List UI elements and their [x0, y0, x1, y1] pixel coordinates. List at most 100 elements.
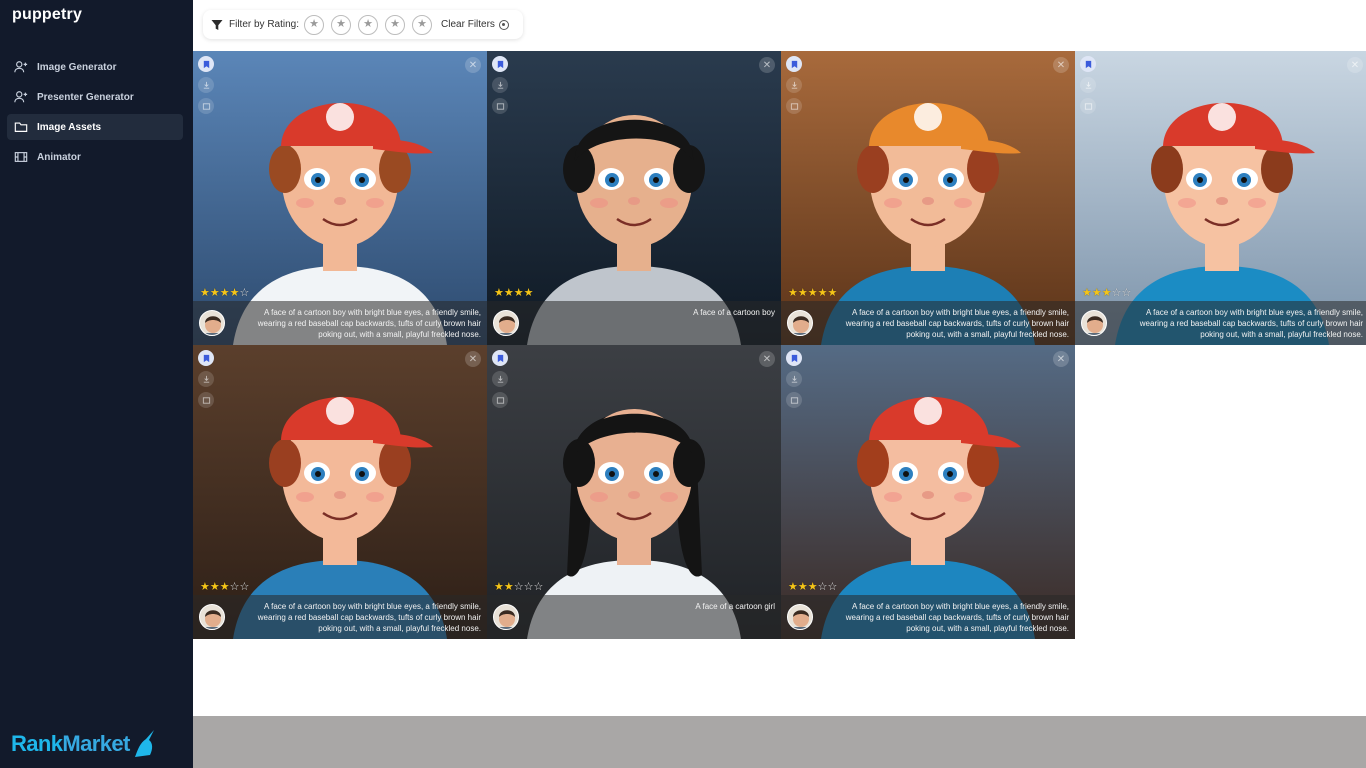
- download-button[interactable]: [1080, 77, 1096, 93]
- close-icon[interactable]: ✕: [1053, 351, 1069, 367]
- bookmark-button[interactable]: [786, 350, 802, 366]
- star-rating[interactable]: ★★☆☆☆: [494, 580, 543, 593]
- close-icon[interactable]: ✕: [465, 57, 481, 73]
- bookmark-icon: [203, 354, 209, 362]
- star-rating[interactable]: ★★★★☆: [200, 286, 249, 299]
- image-asset-card[interactable]: ✕ ★★★☆☆ A face of a cartoon boy with brigh…: [193, 345, 487, 639]
- rating-filter-star-2[interactable]: ★: [331, 14, 352, 35]
- image-asset-card[interactable]: ✕ ★★★☆☆ A face of a cartoon boy with brigh…: [781, 345, 1075, 639]
- rating-filter-star-3[interactable]: ★: [358, 14, 379, 35]
- image-caption: A face of a cartoon boy with bright blue…: [845, 602, 1069, 633]
- bookmark-button[interactable]: [492, 350, 508, 366]
- stars-filled: ★★★: [1082, 287, 1112, 299]
- download-icon: [1085, 81, 1091, 89]
- avatar[interactable]: [199, 310, 225, 336]
- film-button[interactable]: [786, 392, 802, 408]
- stars-filled: ★★★: [200, 581, 230, 593]
- image-asset-card[interactable]: ✕ ★★☆☆☆ A face of a cartoon girl: [487, 345, 781, 639]
- card-tools: [786, 350, 802, 413]
- card-tools: [1080, 56, 1096, 119]
- image-caption: A face of a cartoon boy with bright blue…: [845, 308, 1069, 339]
- image-asset-card[interactable]: ✕ ★★★☆☆ A face of a cartoon boy with brigh…: [1075, 51, 1366, 345]
- stars-filled: ★★: [494, 581, 514, 593]
- download-button[interactable]: [786, 77, 802, 93]
- download-button[interactable]: [786, 371, 802, 387]
- bookmark-button[interactable]: [198, 56, 214, 72]
- avatar[interactable]: [493, 310, 519, 336]
- film-button[interactable]: [1080, 98, 1096, 114]
- stars-filled: ★★★★★: [788, 287, 838, 299]
- download-button[interactable]: [492, 371, 508, 387]
- avatar[interactable]: [1081, 310, 1107, 336]
- star-rating[interactable]: ★★★☆☆: [200, 580, 249, 593]
- film-button[interactable]: [198, 98, 214, 114]
- card-tools: [492, 56, 508, 119]
- sidebar-item-image-assets[interactable]: Image Assets: [7, 114, 183, 140]
- image-caption: A face of a cartoon boy: [693, 308, 775, 317]
- film-button[interactable]: [198, 392, 214, 408]
- rating-filter-star-5[interactable]: ★: [412, 14, 433, 35]
- app-logo[interactable]: puppetry: [12, 6, 82, 24]
- card-tools: [198, 56, 214, 119]
- bookmark-icon: [1085, 60, 1091, 68]
- film-button[interactable]: [492, 98, 508, 114]
- download-icon: [203, 375, 209, 383]
- brand-market: Market: [62, 731, 130, 756]
- image-asset-card[interactable]: ✕ ★★★★☆ A face of a cartoon boy with brigh…: [193, 51, 487, 345]
- card-tools: [198, 350, 214, 413]
- close-icon[interactable]: ✕: [1053, 57, 1069, 73]
- caption-bar: A face of a cartoon boy with bright blue…: [193, 301, 487, 345]
- close-icon[interactable]: ✕: [759, 351, 775, 367]
- filter-icon: [211, 19, 223, 30]
- star-rating[interactable]: ★★★☆☆: [788, 580, 837, 593]
- close-icon[interactable]: ✕: [759, 57, 775, 73]
- clear-filters-button[interactable]: Clear Filters: [441, 19, 509, 30]
- caption-bar: A face of a cartoon boy with bright blue…: [193, 595, 487, 639]
- film-icon: [13, 149, 29, 165]
- sidebar-item-animator[interactable]: Animator: [7, 144, 183, 170]
- caption-bar: A face of a cartoon boy with bright blue…: [781, 301, 1075, 345]
- avatar-face-image: [498, 610, 516, 629]
- close-icon[interactable]: ✕: [1347, 57, 1363, 73]
- close-icon[interactable]: ✕: [465, 351, 481, 367]
- bookmark-button[interactable]: [492, 56, 508, 72]
- stars-empty: ☆☆: [229, 581, 250, 593]
- film-icon: [1084, 102, 1092, 110]
- card-tools: [492, 350, 508, 413]
- clear-circle-icon: [498, 19, 509, 30]
- avatar-face-image: [204, 610, 222, 629]
- stars-filled: ★★★★: [494, 287, 534, 299]
- sidebar-item-image-generator[interactable]: Image Generator: [7, 54, 183, 80]
- sidebar-item-label: Image Generator: [37, 61, 117, 73]
- star-rating[interactable]: ★★★☆☆: [1082, 286, 1131, 299]
- download-button[interactable]: [198, 77, 214, 93]
- download-icon: [497, 375, 503, 383]
- avatar[interactable]: [787, 604, 813, 630]
- avatar[interactable]: [199, 604, 225, 630]
- brand-rank: Rank: [11, 731, 63, 756]
- bookmark-button[interactable]: [1080, 56, 1096, 72]
- avatar[interactable]: [493, 604, 519, 630]
- download-button[interactable]: [492, 77, 508, 93]
- star-rating[interactable]: ★★★★: [494, 286, 533, 299]
- avatar[interactable]: [787, 310, 813, 336]
- bookmark-icon: [791, 60, 797, 68]
- star-rating[interactable]: ★★★★★: [788, 286, 837, 299]
- film-icon: [496, 396, 504, 404]
- user-plus-icon: [13, 59, 29, 75]
- caption-bar: A face of a cartoon boy: [487, 301, 781, 345]
- rating-filter-star-1[interactable]: ★: [304, 14, 325, 35]
- rankmarket-logo: Rank Market: [11, 729, 156, 759]
- bookmark-icon: [203, 60, 209, 68]
- bookmark-button[interactable]: [786, 56, 802, 72]
- film-button[interactable]: [492, 392, 508, 408]
- avatar-face-image: [792, 610, 810, 629]
- sidebar-item-presenter-generator[interactable]: Presenter Generator: [7, 84, 183, 110]
- image-asset-card[interactable]: ✕ ★★★★ A face of a cartoon boy: [487, 51, 781, 345]
- download-button[interactable]: [198, 371, 214, 387]
- rating-filter-star-4[interactable]: ★: [385, 14, 406, 35]
- caption-bar: A face of a cartoon girl: [487, 595, 781, 639]
- film-button[interactable]: [786, 98, 802, 114]
- bookmark-button[interactable]: [198, 350, 214, 366]
- image-asset-card[interactable]: ✕ ★★★★★ A face of a cartoon boy with brigh…: [781, 51, 1075, 345]
